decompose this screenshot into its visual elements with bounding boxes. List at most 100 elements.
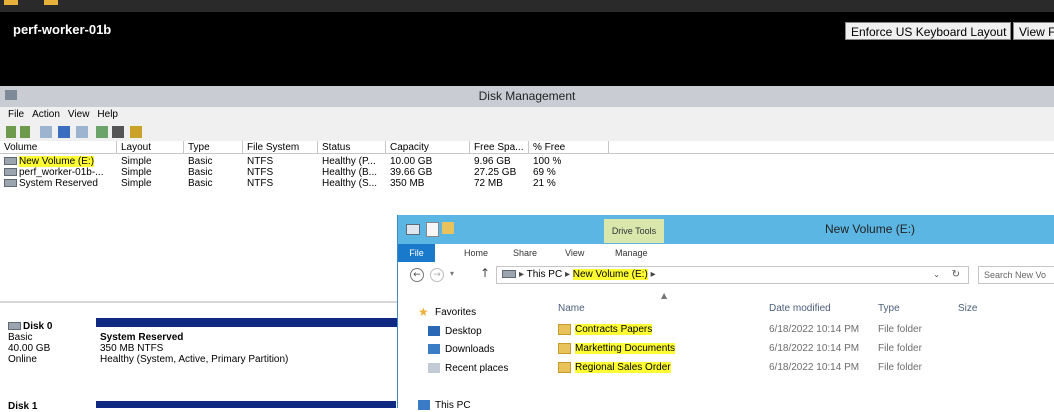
row-type: Basic bbox=[188, 178, 213, 189]
new-folder-icon[interactable] bbox=[442, 222, 454, 234]
volume-name: System Reserved bbox=[19, 178, 98, 189]
table-row[interactable]: New Volume (E:) bbox=[0, 156, 117, 167]
tab-view[interactable]: View bbox=[565, 244, 584, 262]
row-status: Healthy (S... bbox=[322, 178, 378, 189]
file-date: 6/18/2022 10:14 PM bbox=[769, 343, 860, 354]
col-percent-free[interactable]: % Free bbox=[529, 141, 609, 154]
menu-file[interactable]: File bbox=[8, 107, 24, 123]
rescan-icon[interactable] bbox=[112, 126, 124, 138]
row-layout: Simple bbox=[121, 178, 152, 189]
file-name: Marketting Documents bbox=[575, 343, 676, 355]
col-filesystem[interactable]: File System bbox=[243, 141, 318, 154]
row-layout: Simple bbox=[121, 167, 152, 178]
back-icon[interactable]: ← bbox=[410, 268, 424, 282]
table-row[interactable]: perf_worker-01b-... bbox=[0, 167, 117, 178]
col-status[interactable]: Status bbox=[318, 141, 386, 154]
col-free-space[interactable]: Free Spa... bbox=[470, 141, 529, 154]
forward-icon[interactable]: → bbox=[430, 268, 444, 282]
col-type[interactable]: Type bbox=[184, 141, 243, 154]
file-name: Regional Sales Order bbox=[575, 362, 671, 374]
partition-system-reserved[interactable]: System Reserved 350 MB NTFS Healthy (Sys… bbox=[100, 332, 288, 365]
breadcrumb-current[interactable]: New Volume (E:) bbox=[572, 269, 648, 280]
disk-state: Online bbox=[8, 354, 37, 365]
explorer-titlebar: Drive Tools New Volume (E:) bbox=[398, 215, 1054, 244]
help-icon[interactable] bbox=[58, 126, 70, 138]
nav-recent-label: Recent places bbox=[445, 363, 509, 374]
row-free-space: 27.25 GB bbox=[474, 167, 517, 178]
disk-0-info[interactable]: Disk 0 Basic 40.00 GB Online bbox=[8, 321, 93, 365]
row-type: Basic bbox=[188, 167, 213, 178]
properties-icon[interactable] bbox=[426, 222, 439, 237]
tab-home[interactable]: Home bbox=[464, 244, 488, 262]
remote-top-strip bbox=[0, 0, 1054, 12]
disk-1-label[interactable]: Disk 1 bbox=[8, 401, 37, 412]
list-item[interactable]: Regional Sales Order bbox=[558, 362, 671, 374]
folder-icon bbox=[558, 362, 571, 373]
row-free-space: 72 MB bbox=[474, 178, 503, 189]
menu-action[interactable]: Action bbox=[32, 107, 60, 123]
view-button[interactable]: View F bbox=[1013, 22, 1054, 40]
row-filesystem: NTFS bbox=[247, 167, 274, 178]
col-size[interactable]: Size bbox=[958, 303, 977, 314]
col-capacity[interactable]: Capacity bbox=[386, 141, 470, 154]
nav-favorites-label: Favorites bbox=[435, 307, 477, 318]
back-icon[interactable] bbox=[6, 126, 16, 138]
tab-share[interactable]: Share bbox=[513, 244, 537, 262]
nav-this-pc[interactable]: This PC bbox=[418, 400, 471, 411]
navigation-pane: ★ Favorites Desktop Downloads Recent plac… bbox=[398, 289, 538, 411]
menu-view[interactable]: View bbox=[68, 107, 90, 123]
col-type[interactable]: Type bbox=[878, 303, 900, 314]
list-item[interactable]: Marketting Documents bbox=[558, 343, 676, 355]
file-date: 6/18/2022 10:14 PM bbox=[769, 324, 860, 335]
folder-icon bbox=[558, 324, 571, 335]
nav-recent-places[interactable]: Recent places bbox=[428, 363, 508, 374]
menu-help[interactable]: Help bbox=[97, 107, 118, 123]
enforce-keyboard-button[interactable]: Enforce US Keyboard Layout bbox=[845, 22, 1011, 40]
refresh-icon[interactable]: ↻ bbox=[952, 267, 960, 283]
properties-icon[interactable] bbox=[76, 126, 88, 138]
search-input[interactable]: Search New Vo bbox=[978, 266, 1054, 284]
col-layout[interactable]: Layout bbox=[117, 141, 184, 154]
sort-up-icon: ▲ bbox=[661, 291, 668, 300]
file-type: File folder bbox=[878, 343, 922, 354]
nav-favorites[interactable]: ★ Favorites bbox=[418, 306, 477, 318]
folder-icon bbox=[558, 343, 571, 354]
drive-tools-label: Drive Tools bbox=[604, 219, 664, 243]
up-icon[interactable]: ↑ bbox=[480, 266, 490, 280]
downloads-icon bbox=[428, 344, 440, 355]
row-free-space: 9.96 GB bbox=[474, 156, 511, 167]
desktop-icon bbox=[428, 326, 440, 337]
host-name: perf-worker-01b bbox=[13, 22, 112, 37]
col-date-modified[interactable]: Date modified bbox=[769, 303, 831, 314]
tab-manage[interactable]: Manage bbox=[615, 244, 648, 262]
col-name[interactable]: Name bbox=[558, 303, 585, 314]
volume-icon bbox=[4, 168, 17, 177]
row-filesystem: NTFS bbox=[247, 178, 274, 189]
nav-desktop[interactable]: Desktop bbox=[428, 326, 482, 337]
file-date: 6/18/2022 10:14 PM bbox=[769, 362, 860, 373]
breadcrumb-this-pc[interactable]: This PC bbox=[527, 269, 563, 280]
address-bar[interactable]: ▸ This PC ▸ New Volume (E:) ▸ ⌄ ↻ bbox=[496, 266, 969, 284]
row-type: Basic bbox=[188, 156, 213, 167]
disk-type: Basic bbox=[8, 332, 33, 343]
nav-desktop-label: Desktop bbox=[445, 326, 482, 337]
list-view-icon[interactable] bbox=[40, 126, 52, 138]
col-volume[interactable]: Volume bbox=[0, 141, 117, 154]
list-item[interactable]: Contracts Papers bbox=[558, 324, 653, 336]
tab-file[interactable]: File bbox=[398, 244, 435, 262]
address-dropdown-icon[interactable]: ⌄ bbox=[933, 267, 940, 283]
disk-1-partition-bar bbox=[96, 401, 396, 408]
disk-name: Disk 0 bbox=[23, 321, 53, 332]
row-status: Healthy (B... bbox=[322, 167, 378, 178]
refresh-icon[interactable] bbox=[96, 126, 108, 138]
file-list: ▲ Name Date modified Type Size Contracts… bbox=[543, 289, 1054, 408]
nav-downloads[interactable]: Downloads bbox=[428, 344, 494, 355]
settings-icon[interactable] bbox=[130, 126, 142, 138]
col-blank bbox=[609, 141, 1054, 154]
table-row[interactable]: System Reserved bbox=[0, 178, 117, 189]
forward-icon[interactable] bbox=[20, 126, 30, 138]
partition-header-bar bbox=[96, 318, 406, 327]
window-titlebar: Disk Management bbox=[0, 86, 1054, 107]
recent-dropdown-icon[interactable]: ▾ bbox=[450, 269, 454, 278]
row-status: Healthy (P... bbox=[322, 156, 376, 167]
